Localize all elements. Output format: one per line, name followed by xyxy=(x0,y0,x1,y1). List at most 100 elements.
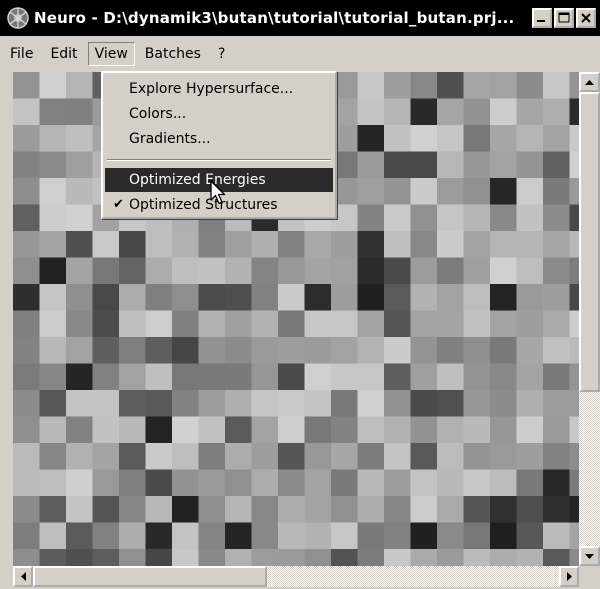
grid-cell xyxy=(331,310,359,338)
grid-cell xyxy=(463,443,491,471)
grid-cell xyxy=(410,204,438,232)
grid-cell xyxy=(39,363,67,391)
grid-cell xyxy=(463,257,491,285)
menu-item-explore-hypersurface[interactable]: Explore Hypersurface... xyxy=(105,77,333,101)
grid-cell xyxy=(569,125,579,153)
grid-cell xyxy=(490,549,518,566)
grid-cell xyxy=(490,310,518,338)
title-bar[interactable]: Neuro - D:\dynamik3\butan\tutorial\tutor… xyxy=(0,0,600,36)
menu-edit[interactable]: Edit xyxy=(43,42,84,66)
grid-cell xyxy=(543,204,571,232)
grid-cell xyxy=(13,416,41,444)
scroll-right-button[interactable] xyxy=(559,566,579,587)
grid-cell xyxy=(516,496,544,524)
grid-cell xyxy=(225,310,253,338)
grid-cell xyxy=(66,337,94,365)
grid-cell xyxy=(66,469,94,497)
close-button[interactable] xyxy=(576,8,596,28)
grid-cell xyxy=(172,496,200,524)
grid-cell xyxy=(384,231,412,259)
grid-cell xyxy=(437,363,465,391)
grid-cell xyxy=(225,363,253,391)
grid-cell xyxy=(384,151,412,179)
grid-cell xyxy=(410,310,438,338)
grid-cell xyxy=(92,390,120,418)
scroll-down-button[interactable] xyxy=(579,546,600,566)
grid-cell xyxy=(66,125,94,153)
menu-item-colors[interactable]: Colors... xyxy=(105,102,333,126)
scroll-left-button[interactable] xyxy=(13,566,33,587)
grid-cell xyxy=(543,337,571,365)
grid-cell xyxy=(357,231,385,259)
grid-cell xyxy=(172,363,200,391)
grid-cell xyxy=(39,72,67,100)
horizontal-scroll-thumb[interactable] xyxy=(33,566,267,587)
vertical-scroll-thumb[interactable] xyxy=(579,92,600,392)
grid-cell xyxy=(384,443,412,471)
grid-cell xyxy=(198,310,226,338)
grid-cell xyxy=(516,549,544,566)
menu-help[interactable]: ? xyxy=(211,42,232,66)
grid-cell xyxy=(410,390,438,418)
grid-cell xyxy=(357,363,385,391)
grid-cell xyxy=(490,257,518,285)
grid-cell xyxy=(384,204,412,232)
grid-cell xyxy=(66,416,94,444)
grid-cell xyxy=(278,310,306,338)
grid-cell xyxy=(410,549,438,566)
grid-cell xyxy=(13,151,41,179)
grid-cell xyxy=(172,416,200,444)
horizontal-scrollbar[interactable] xyxy=(13,566,579,587)
grid-cell xyxy=(13,257,41,285)
menu-file[interactable]: File xyxy=(3,42,40,66)
grid-cell xyxy=(304,496,332,524)
grid-cell xyxy=(119,257,147,285)
grid-cell xyxy=(13,125,41,153)
size-grip[interactable] xyxy=(579,566,600,587)
scroll-up-button[interactable] xyxy=(579,72,600,92)
grid-cell xyxy=(543,178,571,206)
grid-cell xyxy=(463,284,491,312)
grid-cell xyxy=(437,231,465,259)
menu-item-gradients[interactable]: Gradients... xyxy=(105,127,333,151)
grid-cell xyxy=(198,496,226,524)
grid-cell xyxy=(278,390,306,418)
grid-cell xyxy=(145,363,173,391)
grid-cell xyxy=(437,390,465,418)
grid-cell xyxy=(66,310,94,338)
grid-cell xyxy=(569,416,579,444)
grid-cell xyxy=(92,310,120,338)
grid-cell xyxy=(569,443,579,471)
grid-cell xyxy=(463,363,491,391)
grid-cell xyxy=(490,416,518,444)
menu-separator xyxy=(107,159,331,161)
grid-cell xyxy=(278,257,306,285)
grid-cell xyxy=(251,390,279,418)
minimize-button[interactable] xyxy=(532,8,552,28)
grid-cell xyxy=(145,257,173,285)
grid-cell xyxy=(437,284,465,312)
grid-cell xyxy=(39,257,67,285)
menu-view[interactable]: View xyxy=(87,42,135,66)
grid-cell xyxy=(145,443,173,471)
grid-cell xyxy=(13,204,41,232)
grid-cell xyxy=(66,151,94,179)
grid-cell xyxy=(66,363,94,391)
grid-cell xyxy=(357,178,385,206)
grid-cell xyxy=(463,549,491,566)
app-icon[interactable] xyxy=(6,6,30,30)
grid-cell xyxy=(198,363,226,391)
grid-cell xyxy=(251,363,279,391)
grid-cell xyxy=(278,469,306,497)
menu-item-label: Explore Hypersurface... xyxy=(129,81,294,97)
grid-cell xyxy=(119,522,147,550)
maximize-button[interactable] xyxy=(554,8,574,28)
grid-cell xyxy=(357,284,385,312)
grid-cell xyxy=(198,416,226,444)
vertical-scrollbar[interactable] xyxy=(579,72,600,566)
maximize-icon xyxy=(558,12,570,23)
menu-batches[interactable]: Batches xyxy=(138,42,208,66)
grid-cell xyxy=(13,178,41,206)
grid-cell xyxy=(463,98,491,126)
grid-cell xyxy=(39,337,67,365)
